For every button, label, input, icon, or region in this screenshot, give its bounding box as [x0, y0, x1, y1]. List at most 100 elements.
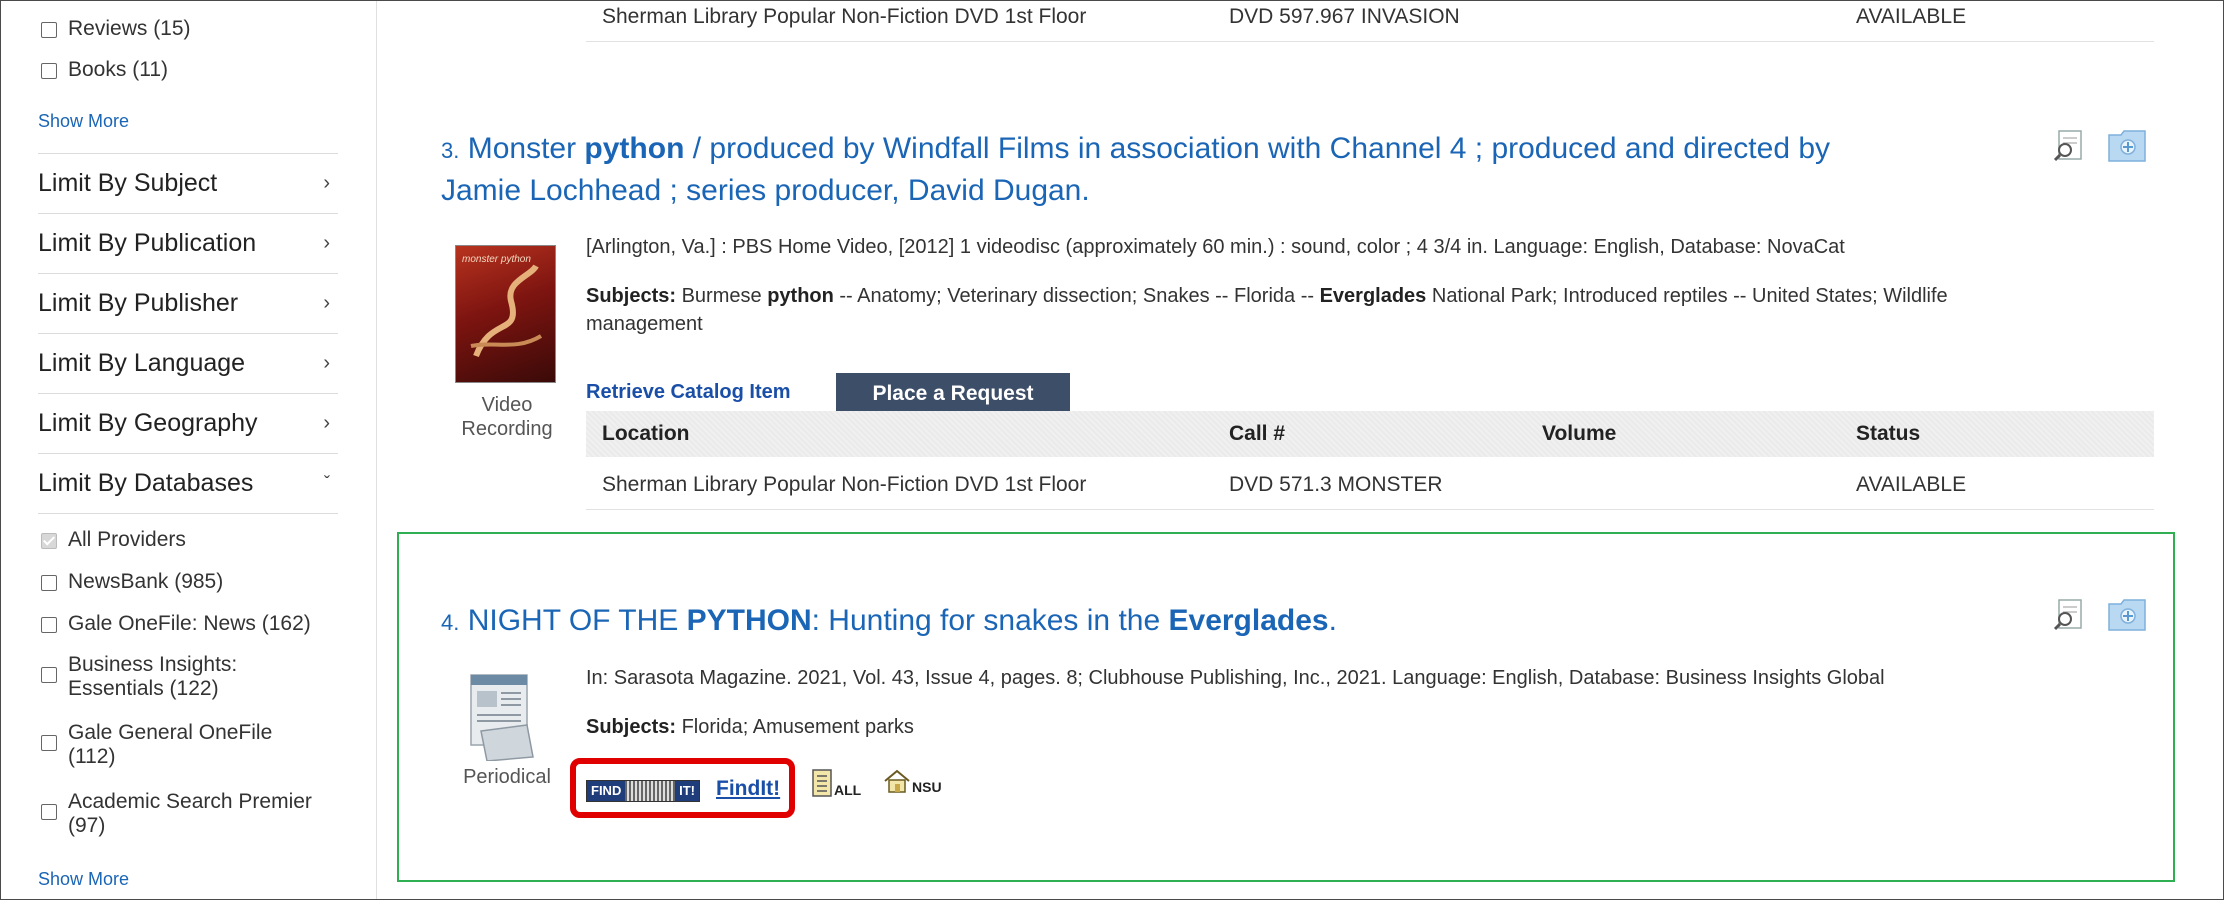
subjects-text: -- Anatomy; Veterinary dissection; Snake…	[833, 285, 1320, 307]
result-title[interactable]: 4. NIGHT OF THE PYTHON: Hunting for snak…	[441, 601, 2021, 643]
facet-academic-search-premier[interactable]: Academic Search Premier (97)	[41, 790, 312, 838]
facet-label: NewsBank (985)	[68, 570, 224, 593]
limit-label: Limit By Publisher	[38, 289, 239, 317]
title-text: NIGHT OF THE	[467, 604, 687, 637]
nsu-library-label: NSU	[912, 779, 942, 795]
limit-label: Limit By Publication	[38, 229, 257, 257]
limit-by-subject[interactable]: Limit By Subject ›	[38, 154, 338, 214]
holding-location: Sherman Library Popular Non-Fiction DVD …	[602, 473, 1087, 496]
facet-checkbox[interactable]	[41, 667, 57, 683]
subjects-text: Florida; Amusement parks	[676, 716, 914, 738]
show-more-link[interactable]: Show More	[38, 111, 129, 132]
format-line: Video	[481, 394, 533, 416]
add-to-folder-icon[interactable]	[2107, 598, 2147, 637]
facet-sidebar: Reviews (15) Books (11) Show More Limit …	[1, 1, 377, 899]
subjects-text: management	[586, 313, 703, 335]
chevron-right-icon: ›	[323, 172, 330, 194]
column-header-call-number: Call #	[1229, 422, 1286, 445]
holdings-table-header: Location Call # Volume Status	[586, 411, 2154, 457]
facet-label-line: (112)	[68, 745, 116, 768]
title-text: : Hunting for snakes in the	[811, 604, 1169, 637]
facet-books[interactable]: Books (11)	[41, 58, 168, 82]
facet-label: Business Insights: Essentials (122)	[68, 653, 237, 701]
facet-gale-general-onefile[interactable]: Gale General OneFile (112)	[41, 721, 272, 769]
facet-label-line: (97)	[68, 814, 106, 837]
result-subjects: Subjects: Burmese python -- Anatomy; Vet…	[586, 282, 2146, 338]
facet-checkbox[interactable]	[41, 735, 57, 751]
title-text: Jamie Lochhead ; series producer, David …	[441, 174, 1090, 207]
result-title[interactable]: 3. Monster python / produced by Windfall…	[441, 129, 2021, 211]
highlighted-result-frame	[397, 532, 2175, 882]
subjects-highlight: python	[767, 285, 834, 307]
video-cover-image[interactable]: monster python	[455, 245, 556, 383]
chevron-down-icon: ˇ	[324, 473, 330, 493]
facet-label-line: Gale General OneFile	[68, 721, 273, 744]
facet-label: Gale OneFile: News (162)	[68, 612, 311, 635]
limit-by-publication[interactable]: Limit By Publication ›	[38, 214, 338, 274]
subjects-text: Burmese	[676, 285, 768, 307]
title-highlight: python	[584, 132, 685, 165]
facet-newsbank[interactable]: NewsBank (985)	[41, 570, 223, 594]
holding-call-number: DVD 571.3 MONSTER	[1229, 473, 1443, 496]
limit-by-geography[interactable]: Limit By Geography ›	[38, 394, 338, 454]
facet-all-providers[interactable]: All Providers	[41, 528, 186, 552]
facet-label: All Providers	[68, 528, 186, 551]
place-request-button[interactable]: Place a Request	[836, 373, 1070, 415]
home-library-icon	[884, 769, 910, 793]
result-subjects: Subjects: Florida; Amusement parks	[586, 713, 914, 741]
limit-label: Limit By Geography	[38, 409, 258, 437]
holding-status: AVAILABLE	[1856, 473, 1967, 496]
facet-checkbox[interactable]	[41, 575, 57, 591]
format-line: Recording	[461, 418, 553, 440]
result-description: [Arlington, Va.] : PBS Home Video, [2012…	[586, 236, 1845, 258]
facet-label: Gale General OneFile (112)	[68, 721, 272, 769]
facet-reviews[interactable]: Reviews (15)	[41, 17, 191, 41]
facet-checkbox[interactable]	[41, 533, 57, 549]
holding-call-number: DVD 597.967 INVASION	[1229, 5, 1460, 28]
chevron-right-icon: ›	[323, 412, 330, 434]
result-number: 4.	[441, 610, 460, 635]
page-frame: Reviews (15) Books (11) Show More Limit …	[0, 0, 2224, 900]
facet-checkbox[interactable]	[41, 63, 57, 79]
facet-label-line: Business Insights:	[68, 653, 238, 676]
limit-label: Limit By Subject	[38, 169, 218, 197]
show-more-databases-link[interactable]: Show More	[38, 869, 129, 890]
retrieve-catalog-item-link[interactable]: Retrieve Catalog Item	[586, 381, 791, 404]
detail-view-icon[interactable]	[2052, 129, 2086, 168]
periodical-icon[interactable]	[467, 671, 537, 766]
all-libraries-link[interactable]: ALL	[811, 768, 861, 798]
facet-gale-onefile-news[interactable]: Gale OneFile: News (162)	[41, 612, 311, 636]
facet-business-insights[interactable]: Business Insights: Essentials (122)	[41, 653, 237, 701]
limit-by-publisher[interactable]: Limit By Publisher ›	[38, 274, 338, 334]
facet-label: Books (11)	[68, 58, 168, 81]
format-label: Video Recording	[455, 393, 559, 441]
title-text: / produced by Windfall Films in associat…	[684, 132, 1831, 165]
all-libraries-label: ALL	[834, 782, 862, 798]
subjects-highlight: Everglades	[1319, 285, 1427, 307]
title-highlight: PYTHON	[686, 604, 812, 637]
chevron-right-icon: ›	[323, 232, 330, 254]
facet-checkbox[interactable]	[41, 617, 57, 633]
divider	[586, 509, 2154, 510]
title-text: Monster	[467, 132, 585, 165]
title-text: .	[1328, 604, 1337, 637]
facet-label: Academic Search Premier (97)	[68, 790, 312, 838]
divider	[586, 41, 2154, 42]
facet-checkbox[interactable]	[41, 804, 57, 820]
limit-label: Limit By Language	[38, 349, 246, 377]
holding-location: Sherman Library Popular Non-Fiction DVD …	[602, 5, 1087, 28]
result-description: In: Sarasota Magazine. 2021, Vol. 43, Is…	[586, 667, 1885, 689]
add-to-folder-icon[interactable]	[2107, 129, 2147, 168]
annotation-highlight-box	[570, 758, 795, 818]
title-highlight: Everglades	[1168, 604, 1329, 637]
facet-label: Reviews (15)	[68, 17, 191, 40]
nsu-library-link[interactable]: NSU	[883, 769, 942, 795]
column-header-status: Status	[1856, 422, 1921, 445]
limit-by-databases[interactable]: Limit By Databases ˇ	[38, 454, 338, 514]
subjects-label: Subjects:	[586, 716, 677, 738]
facet-checkbox[interactable]	[41, 22, 57, 38]
subjects-label: Subjects:	[586, 285, 677, 307]
limit-label: Limit By Databases	[38, 469, 254, 497]
detail-view-icon[interactable]	[2052, 598, 2086, 637]
limit-by-language[interactable]: Limit By Language ›	[38, 334, 338, 394]
